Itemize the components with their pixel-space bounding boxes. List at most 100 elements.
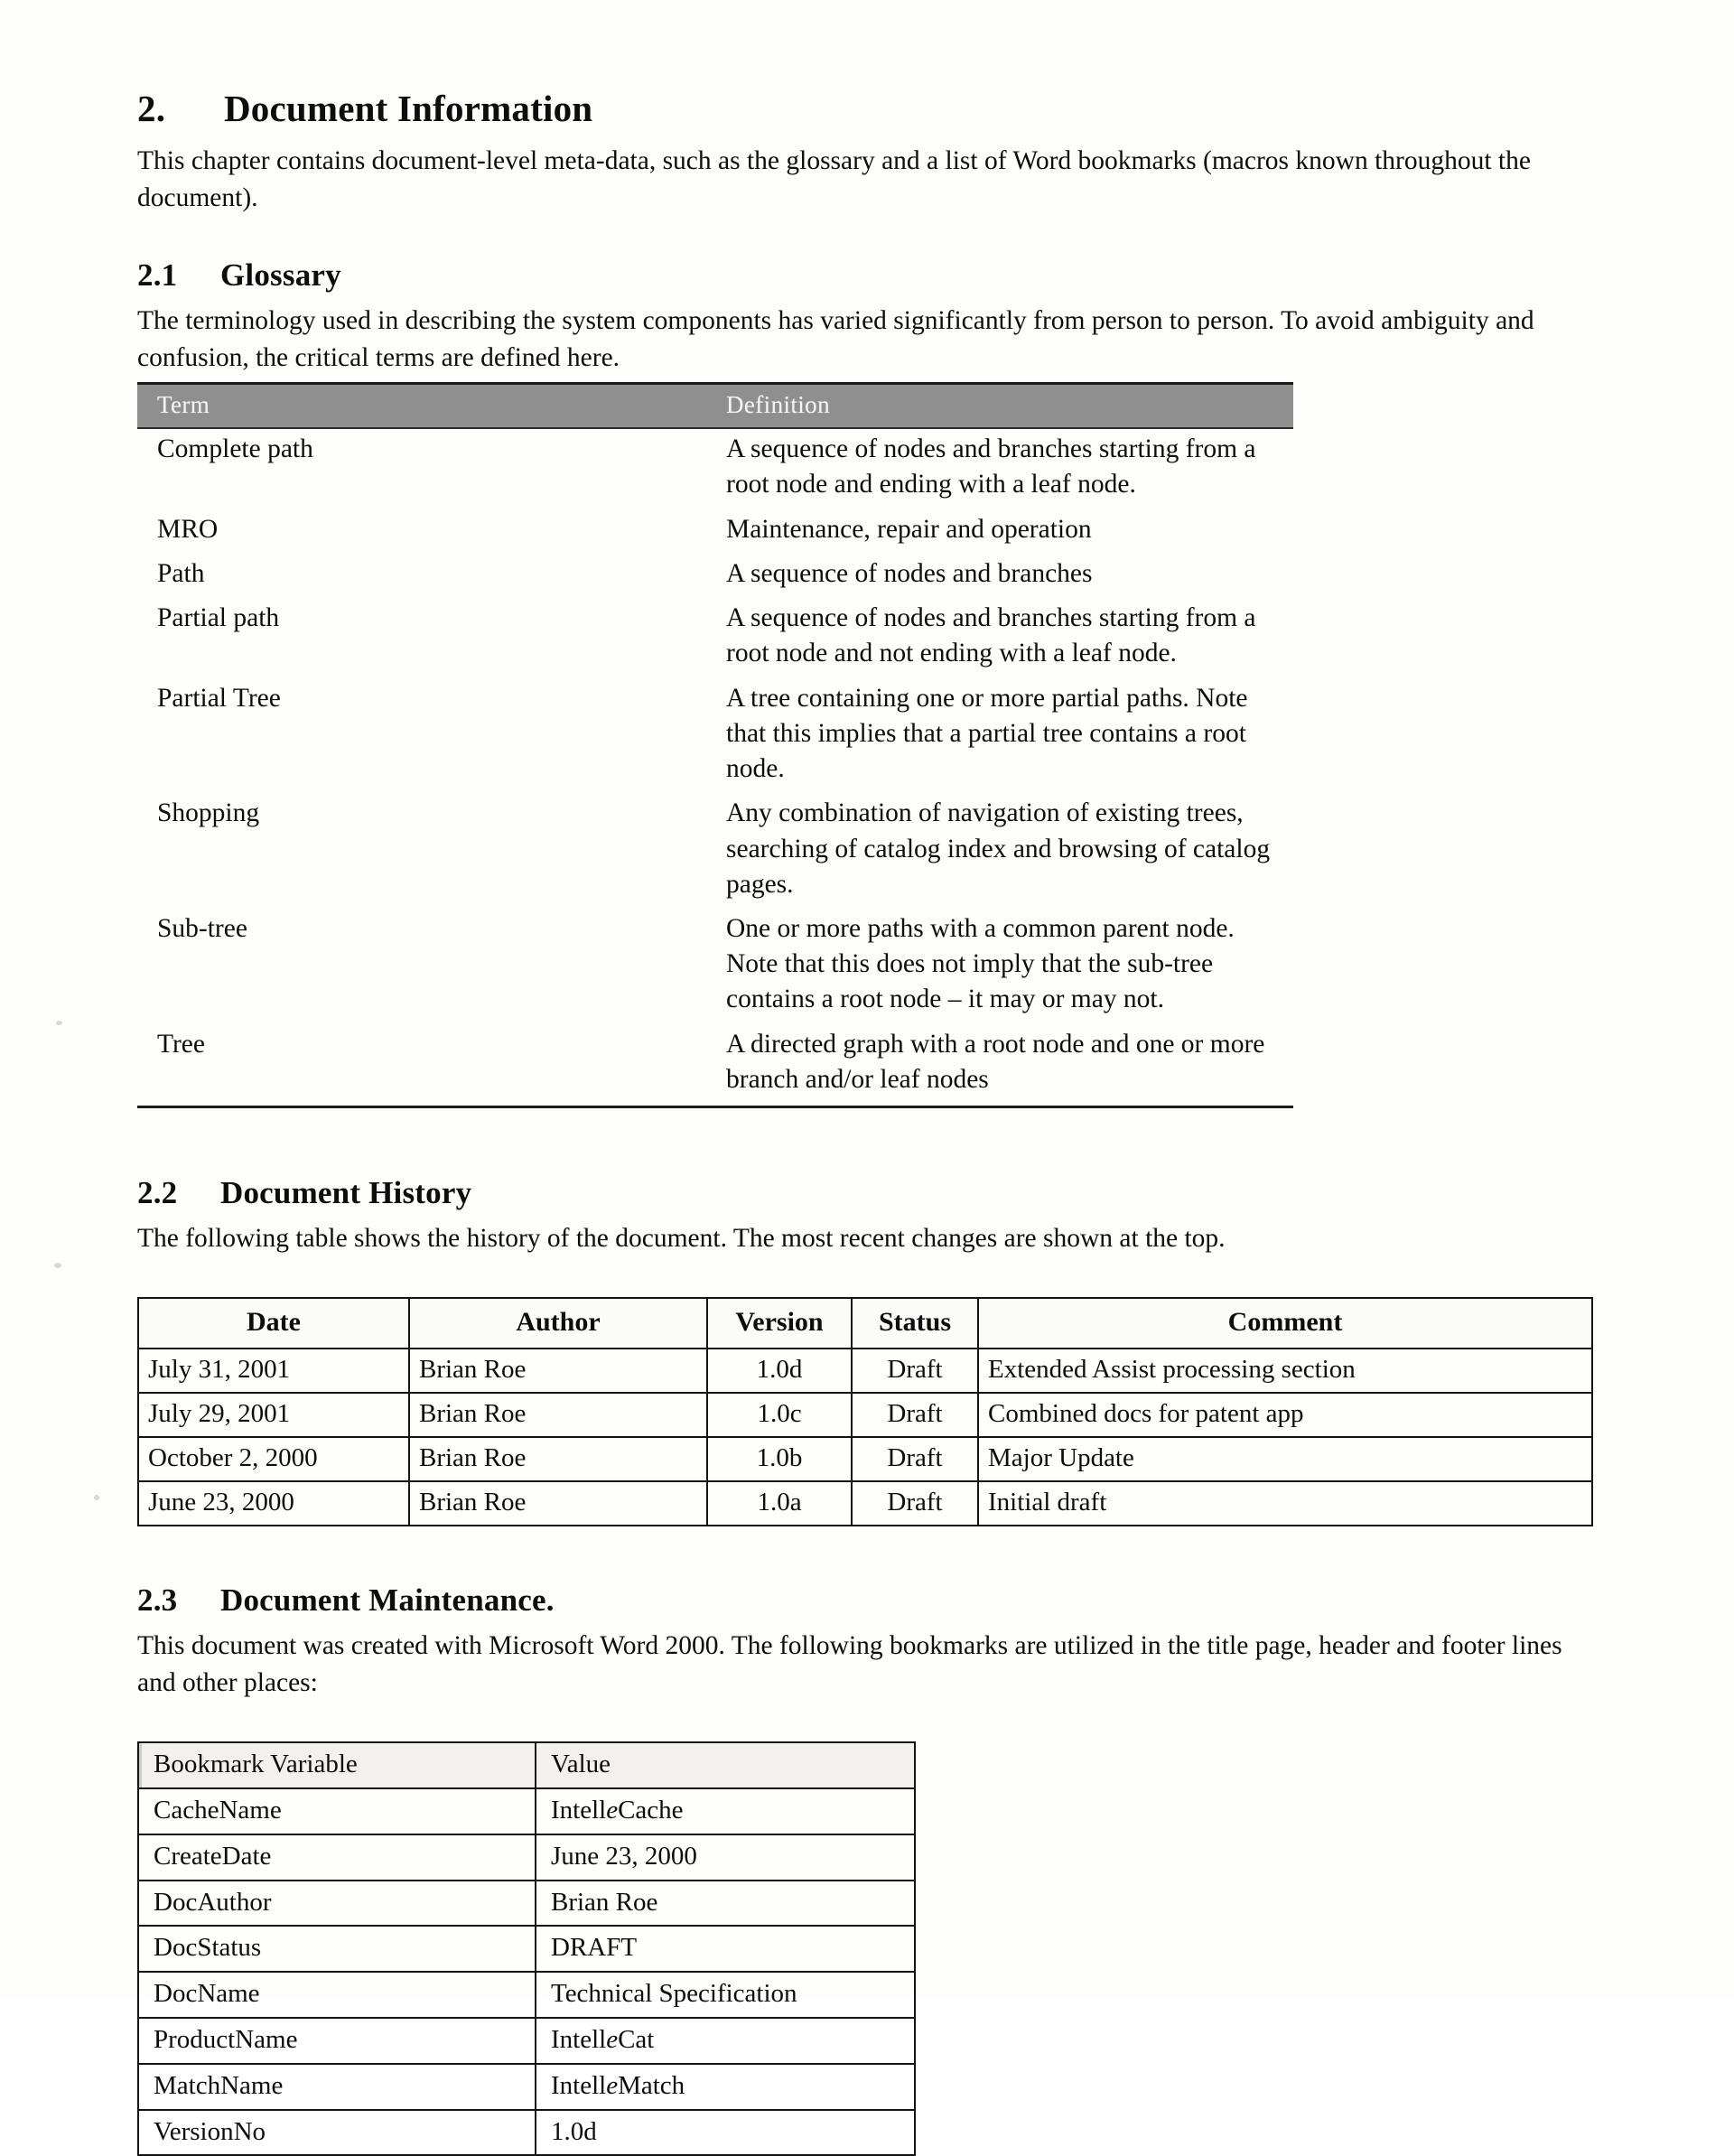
bookmark-value: 1.0d bbox=[535, 2108, 916, 2156]
history-status: Draft bbox=[851, 1479, 979, 1526]
bookmark-value: IntelleCache bbox=[535, 1787, 916, 1835]
bookmark-variable: ProductName bbox=[137, 2017, 536, 2065]
bookmark-value: DRAFT bbox=[535, 1925, 916, 1974]
subsection-heading-glossary: 2.1 Glossary bbox=[137, 257, 1582, 294]
history-date: June 23, 2000 bbox=[137, 1479, 410, 1526]
maintenance-intro-paragraph: This document was created with Microsoft… bbox=[137, 1630, 1562, 1697]
document-history-table: Date Author Version Status Comment July … bbox=[137, 1297, 1593, 1526]
glossary-term: Tree bbox=[137, 1023, 715, 1109]
table-row: Complete path A sequence of nodes and br… bbox=[137, 428, 1293, 509]
history-comment: Extended Assist processing section bbox=[977, 1348, 1593, 1395]
history-status: Draft bbox=[851, 1436, 979, 1482]
document-page: 2. Document Information This chapter con… bbox=[0, 0, 1734, 2156]
table-row: DocAuthor Brian Roe bbox=[137, 1879, 916, 1927]
table-row: October 2, 2000 Brian Roe 1.0b Draft Maj… bbox=[137, 1436, 1593, 1482]
history-date: July 31, 2001 bbox=[137, 1348, 410, 1395]
section-title: Document Information bbox=[224, 88, 593, 129]
history-version: 1.0c bbox=[706, 1392, 853, 1439]
history-body: July 31, 2001 Brian Roe 1.0d Draft Exten… bbox=[137, 1348, 1593, 1526]
subsection-number-glossary: 2.1 bbox=[137, 257, 178, 293]
history-version: 1.0a bbox=[706, 1479, 853, 1526]
bookmark-variable: DocStatus bbox=[137, 1925, 536, 1974]
history-header-row: Date Author Version Status Comment bbox=[137, 1297, 1593, 1350]
glossary-definition: A sequence of nodes and branches startin… bbox=[726, 434, 1256, 499]
table-row: Tree A directed graph with a root node a… bbox=[137, 1023, 1293, 1109]
table-row: Path A sequence of nodes and branches bbox=[137, 554, 1293, 598]
table-row: July 31, 2001 Brian Roe 1.0d Draft Exten… bbox=[137, 1348, 1593, 1395]
history-comment: Combined docs for patent app bbox=[977, 1392, 1593, 1439]
history-column-author: Author bbox=[408, 1297, 708, 1350]
bookmark-variable: CacheName bbox=[137, 1787, 536, 1835]
subsection-number-history: 2.2 bbox=[137, 1175, 178, 1211]
glossary-definition: A directed graph with a root node and on… bbox=[715, 1023, 1293, 1109]
history-column-date: Date bbox=[137, 1297, 410, 1350]
bookmark-value: Brian Roe bbox=[535, 1879, 916, 1927]
subsection-title-maintenance: Document Maintenance. bbox=[220, 1582, 555, 1618]
table-row: ProductName IntelleCat bbox=[137, 2017, 916, 2065]
history-version: 1.0b bbox=[706, 1436, 853, 1482]
table-row: Partial Tree A tree containing one or mo… bbox=[137, 678, 1293, 794]
bookmark-variable: VersionNo bbox=[137, 2108, 536, 2156]
glossary-term: Shopping bbox=[157, 798, 260, 828]
subsection-number-maintenance: 2.3 bbox=[137, 1582, 178, 1618]
glossary-definition: A sequence of nodes and branches bbox=[726, 558, 1093, 588]
history-date: October 2, 2000 bbox=[137, 1436, 410, 1482]
table-row: CacheName IntelleCache bbox=[137, 1787, 916, 1835]
history-author: Brian Roe bbox=[408, 1479, 708, 1526]
table-row: MatchName IntelleMatch bbox=[137, 2062, 916, 2111]
subsection-heading-history: 2.2 Document History bbox=[137, 1175, 1582, 1211]
glossary-definition: Maintenance, repair and operation bbox=[726, 514, 1092, 544]
table-row: July 29, 2001 Brian Roe 1.0c Draft Combi… bbox=[137, 1392, 1593, 1439]
history-comment: Major Update bbox=[977, 1436, 1593, 1482]
bookmark-variable: MatchName bbox=[137, 2062, 536, 2111]
bookmark-column-variable: Bookmark Variable bbox=[137, 1741, 536, 1790]
subsection-title-history: Document History bbox=[220, 1175, 472, 1211]
glossary-term: Partial path bbox=[157, 603, 280, 633]
section-number: 2. bbox=[137, 88, 166, 129]
history-author: Brian Roe bbox=[408, 1436, 708, 1482]
glossary-column-term: Term bbox=[137, 382, 715, 430]
bookmark-variable: CreateDate bbox=[137, 1833, 536, 1881]
history-column-comment: Comment bbox=[977, 1297, 1593, 1350]
table-row: DocName Technical Specification bbox=[137, 1971, 916, 2020]
history-status: Draft bbox=[851, 1392, 979, 1439]
history-column-status: Status bbox=[851, 1297, 979, 1350]
history-date: July 29, 2001 bbox=[137, 1392, 410, 1439]
glossary-term: MRO bbox=[157, 514, 219, 544]
glossary-column-definition: Definition bbox=[715, 382, 1293, 430]
history-comment: Initial draft bbox=[977, 1479, 1593, 1526]
history-version: 1.0d bbox=[706, 1348, 853, 1395]
history-intro-paragraph: The following table shows the history of… bbox=[137, 1224, 1226, 1254]
history-status: Draft bbox=[851, 1348, 979, 1395]
glossary-table: Term Definition Complete path A sequence… bbox=[137, 382, 1293, 1109]
glossary-term: Path bbox=[157, 558, 205, 588]
history-author: Brian Roe bbox=[408, 1348, 708, 1395]
bookmark-variables-table: Bookmark Variable Value CacheName Intell… bbox=[137, 1741, 916, 2156]
bookmark-value: June 23, 2000 bbox=[535, 1833, 916, 1881]
glossary-definition: One or more paths with a common parent n… bbox=[726, 914, 1235, 1014]
bookmark-header-row: Bookmark Variable Value bbox=[137, 1741, 916, 1790]
bookmark-value: Technical Specification bbox=[535, 1971, 916, 2020]
table-row: Shopping Any combination of navigation o… bbox=[137, 793, 1293, 909]
bookmark-variable: DocAuthor bbox=[137, 1879, 536, 1927]
glossary-definition: Any combination of navigation of existin… bbox=[726, 798, 1271, 899]
subsection-heading-maintenance: 2.3 Document Maintenance. bbox=[137, 1582, 1582, 1619]
glossary-intro-paragraph: The terminology used in describing the s… bbox=[137, 305, 1534, 372]
glossary-body: Complete path A sequence of nodes and br… bbox=[137, 428, 1293, 1109]
glossary-definition: A tree containing one or more partial pa… bbox=[726, 683, 1248, 784]
table-row: June 23, 2000 Brian Roe 1.0a Draft Initi… bbox=[137, 1479, 1593, 1526]
section-heading-2: 2. Document Information bbox=[137, 87, 1582, 130]
section-intro-paragraph: This chapter contains document-level met… bbox=[137, 146, 1531, 213]
table-row: Partial path A sequence of nodes and bra… bbox=[137, 598, 1293, 677]
table-row: CreateDate June 23, 2000 bbox=[137, 1833, 916, 1881]
subsection-title-glossary: Glossary bbox=[220, 257, 341, 293]
history-author: Brian Roe bbox=[408, 1392, 708, 1439]
table-row: MRO Maintenance, repair and operation bbox=[137, 509, 1293, 554]
table-row: DocStatus DRAFT bbox=[137, 1925, 916, 1974]
glossary-definition: A sequence of nodes and branches startin… bbox=[726, 603, 1256, 668]
table-row: Sub-tree One or more paths with a common… bbox=[137, 909, 1293, 1024]
glossary-header-row: Term Definition bbox=[137, 382, 1293, 430]
history-column-version: Version bbox=[706, 1297, 853, 1350]
bookmark-variable: DocName bbox=[137, 1971, 536, 2020]
glossary-term: Complete path bbox=[157, 434, 313, 464]
